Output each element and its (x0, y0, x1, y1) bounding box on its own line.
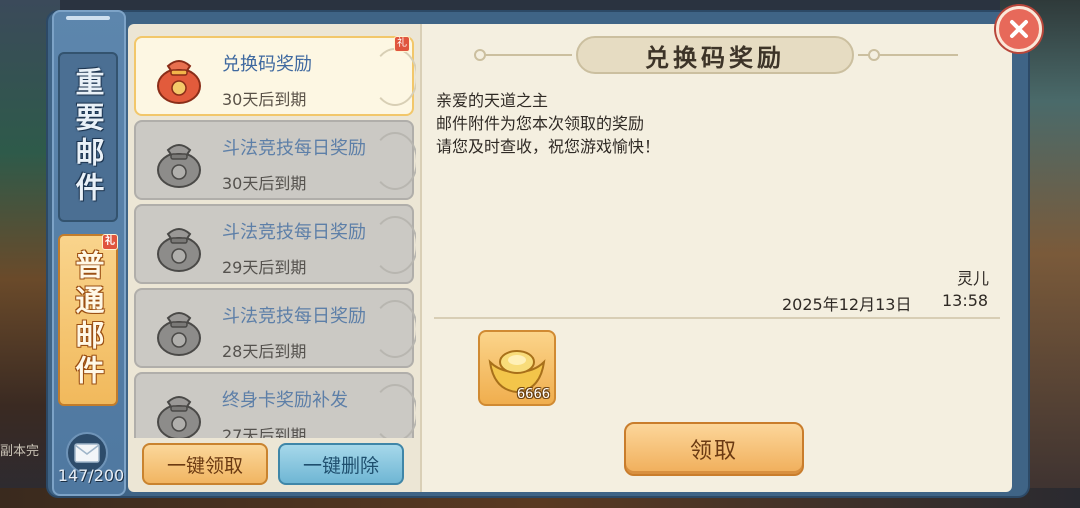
mail-expire: 28天后到期 (222, 342, 307, 361)
claim-button[interactable]: 领取 (624, 422, 804, 476)
attachment-divider (434, 317, 1000, 319)
mail-expire: 30天后到期 (222, 90, 307, 109)
mail-detail-title: 兑换码奖励 (576, 36, 854, 74)
claim-button-label: 领取 (689, 439, 738, 464)
mail-expire: 27天后到期 (222, 426, 307, 438)
mail-list-item[interactable]: 兑换码奖励 30天后到期 礼 (134, 36, 416, 116)
mail-expire: 30天后到期 (222, 174, 307, 193)
grey-loot-bag-icon (157, 228, 201, 272)
claim-all-label: 一键领取 (166, 454, 243, 477)
mail-body-line: 亲爱的天道之主 (436, 91, 549, 110)
mail-sender: 灵儿 (956, 269, 989, 288)
mail-list-item[interactable]: 斗法竞技每日奖励 30天后到期 (134, 120, 416, 200)
mail-title: 斗法竞技每日奖励 (222, 306, 366, 327)
mail-body-line: 邮件附件为您本次领取的奖励 (436, 114, 645, 133)
mail-title: 斗法竞技每日奖励 (222, 138, 366, 159)
red-loot-bag-icon (157, 60, 201, 104)
grey-loot-bag-icon (157, 312, 201, 356)
mail-title: 兑换码奖励 (222, 54, 312, 75)
close-icon (1010, 20, 1028, 38)
mail-list[interactable]: 兑换码奖励 30天后到期 礼 斗法竞技每日奖励 30天后到期 斗法竞技每日奖励 … (134, 36, 416, 438)
decorative-ring (372, 216, 416, 274)
delete-all-button[interactable]: 一键删除 (278, 443, 404, 485)
grey-loot-bag-icon (157, 144, 201, 188)
mail-time: 13:58 (942, 291, 989, 310)
tab-important-mail[interactable]: 重要邮件 (58, 52, 118, 222)
decorative-ring (372, 384, 416, 438)
mail-expire: 29天后到期 (222, 258, 307, 277)
banner-ornament-right (868, 49, 880, 61)
mail-count: 147/200 (57, 466, 125, 485)
mail-detail-title-text: 兑换码奖励 (645, 42, 785, 72)
tab-normal-mail[interactable]: 普通邮件 礼 (58, 234, 118, 406)
mail-title: 斗法竞技每日奖励 (222, 222, 366, 243)
gift-badge-icon: 礼 (102, 234, 118, 250)
grey-loot-bag-icon (157, 396, 201, 438)
banner-ornament-left (474, 49, 486, 61)
decorative-ring (372, 48, 416, 106)
gift-badge-icon: 礼 (394, 36, 410, 52)
mail-list-item[interactable]: 斗法竞技每日奖励 29天后到期 (134, 204, 416, 284)
claim-all-button[interactable]: 一键领取 (142, 443, 268, 485)
background-text-fragment: 副本完 (0, 444, 40, 459)
mail-list-item[interactable]: 终身卡奖励补发 27天后到期 (134, 372, 416, 438)
rail-top-bar (66, 16, 110, 20)
decorative-ring (372, 132, 416, 190)
banner-line-left (480, 54, 572, 56)
mail-body-line: 请您及时查收，祝您游戏愉快！ (436, 137, 661, 156)
pane-divider (420, 24, 422, 492)
delete-all-label: 一键删除 (302, 454, 379, 477)
close-button[interactable] (996, 6, 1042, 52)
attachment-quantity: 6666 (516, 387, 550, 402)
mail-list-item[interactable]: 斗法竞技每日奖励 28天后到期 (134, 288, 416, 368)
decorative-ring (372, 300, 416, 358)
mail-title: 终身卡奖励补发 (222, 390, 348, 411)
attachment-item[interactable]: 6666 (478, 330, 556, 406)
tab-important-mail-label: 重要邮件 (71, 67, 105, 207)
mail-date: 2025年12月13日 (782, 295, 912, 314)
tab-normal-mail-label: 普通邮件 (71, 250, 105, 390)
